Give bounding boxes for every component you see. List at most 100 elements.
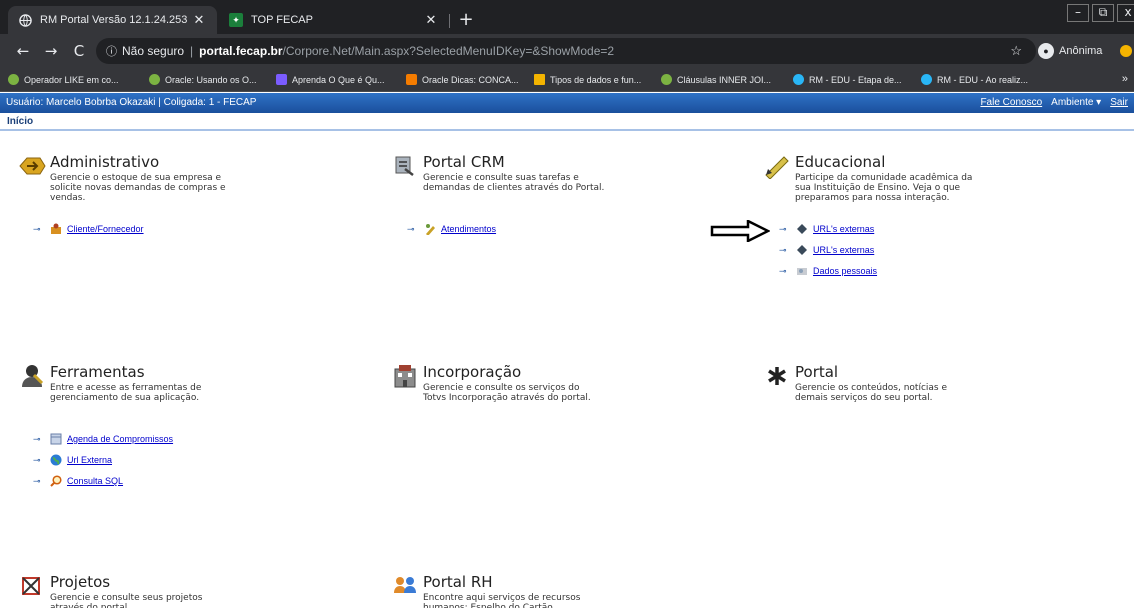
breadcrumb-inicio[interactable]: Início (7, 116, 33, 127)
asterisk-icon (763, 363, 791, 389)
sair-link[interactable]: Sair (1110, 97, 1128, 108)
people-icon (391, 573, 419, 599)
link-agenda-de-compromissos[interactable]: ⊸ Agenda de Compromissos (33, 433, 173, 445)
link-url-externa[interactable]: ⊸ Url Externa (33, 454, 112, 466)
tab-title: RM Portal Versão 12.1.24.253 (40, 14, 188, 26)
bookmark-item[interactable]: RM - EDU - Etapa de... (793, 74, 902, 85)
incognito-label: Anônima (1059, 45, 1103, 57)
tab-rm-portal[interactable]: RM Portal Versão 12.1.24.253 ✕ (8, 6, 217, 34)
magnifier-icon (50, 475, 62, 487)
module-title[interactable]: Administrativo (50, 153, 159, 171)
address-host: portal.fecap.br (199, 44, 283, 58)
pin-icon: ⊸ (33, 223, 41, 234)
bookmark-favicon-icon (921, 74, 932, 85)
close-tab-icon[interactable]: ✕ (423, 12, 439, 28)
link-cliente-fornecedor[interactable]: ⊸ Cliente/Fornecedor (33, 223, 144, 235)
module-description: Participe da comunidade acadêmica da sua… (795, 173, 973, 203)
bookmark-item[interactable]: Oracle Dicas: CONCA... (406, 74, 519, 85)
module-title[interactable]: Incorporação (423, 363, 521, 381)
crm-icon (391, 153, 419, 179)
module-description: Gerencie os conteúdos, notícias e demais… (795, 383, 948, 403)
profile-avatar-icon[interactable] (1120, 45, 1132, 57)
link-consulta-sql[interactable]: ⊸ Consulta SQL (33, 475, 123, 487)
bookmark-star-icon[interactable]: ☆ (1010, 43, 1022, 59)
diamond-icon (796, 244, 808, 256)
bookmark-favicon-icon (534, 74, 545, 85)
module-title[interactable]: Educacional (795, 153, 885, 171)
bookmark-item[interactable]: Tipos de dados e fun... (534, 74, 641, 85)
pin-icon: ⊸ (779, 223, 787, 234)
pin-icon: ⊸ (33, 475, 41, 486)
bookmarks-overflow-button[interactable]: » (1122, 73, 1128, 85)
ambiente-menu[interactable]: Ambiente ▾ (1051, 97, 1101, 108)
module-title[interactable]: Projetos (50, 573, 110, 591)
module-administrativo: Administrativo Gerencie o estoque de sua… (18, 153, 258, 213)
pin-icon: ⊸ (33, 433, 41, 444)
module-description: Gerencie e consulte suas tarefas e deman… (423, 173, 605, 193)
module-incorporacao: Incorporação Gerencie e consulte os serv… (391, 363, 631, 413)
module-description: Gerencie e consulte os serviços do Totvs… (423, 383, 591, 403)
incognito-indicator[interactable]: ● Anônima (1038, 43, 1102, 59)
module-title[interactable]: Portal RH (423, 573, 493, 591)
incognito-icon: ● (1038, 43, 1054, 59)
person-card-icon (796, 265, 808, 277)
link-dados-pessoais[interactable]: ⊸ Dados pessoais (779, 265, 877, 277)
user-info: Usuário: Marcelo Bobrba Okazaki | Coliga… (6, 97, 257, 108)
breadcrumb: Início (0, 113, 1134, 131)
bookmark-item[interactable]: RM - EDU - Ao realiz... (921, 74, 1028, 85)
security-label: Não seguro (122, 44, 185, 58)
bookmark-item[interactable]: Operador LIKE em co... (8, 74, 119, 85)
bookmark-favicon-icon (793, 74, 804, 85)
window-controls: – ⧉ x (1064, 4, 1134, 24)
info-icon[interactable]: ⓘ (106, 43, 117, 59)
tools-worker-icon (18, 363, 46, 389)
link-urls-externas-1[interactable]: ⊸ URL's externas (779, 223, 874, 235)
module-description: Gerencie e consulte seus projetos atravé… (50, 593, 203, 608)
module-projetos: Projetos Gerencie e consulte seus projet… (18, 573, 258, 608)
tab-divider (449, 14, 450, 28)
module-title[interactable]: Portal CRM (423, 153, 505, 171)
bookmark-item[interactable]: Aprenda O Que é Qu... (276, 74, 385, 85)
module-title[interactable]: Ferramentas (50, 363, 145, 381)
building-icon (391, 363, 419, 389)
bookmark-item[interactable]: Oracle: Usando os O... (149, 74, 257, 85)
module-portal-crm: Portal CRM Gerencie e consulte suas tare… (391, 153, 631, 213)
bookmark-favicon-icon (661, 74, 672, 85)
bookmark-favicon-icon (149, 74, 160, 85)
portal-user-bar: Usuário: Marcelo Bobrba Okazaki | Coliga… (0, 93, 1134, 113)
bookmark-item[interactable]: Cláusulas INNER JOI... (661, 74, 771, 85)
address-path: /Corpore.Net/Main.aspx?SelectedMenuIDKey… (282, 44, 615, 58)
new-tab-button[interactable]: + (455, 9, 477, 30)
administrativo-icon (18, 153, 46, 179)
address-separator: | (190, 44, 194, 58)
user-folder-icon (50, 223, 62, 235)
module-description: Entre e acesse as ferramentas de gerenci… (50, 383, 202, 403)
link-atendimentos[interactable]: ⊸ Atendimentos (407, 223, 496, 236)
address-bar[interactable]: ⓘ Não seguro | portal.fecap.br /Corpore.… (96, 38, 1036, 64)
pencil-person-icon (424, 223, 436, 236)
projects-icon (18, 573, 46, 599)
tab-top-fecap[interactable]: ✦ TOP FECAP ✕ (219, 6, 449, 34)
back-arrow-icon[interactable]: ← (14, 42, 32, 60)
bookmark-favicon-icon (406, 74, 417, 85)
close-tab-icon[interactable]: ✕ (191, 12, 207, 28)
bookmark-favicon-icon (276, 74, 287, 85)
annotation-arrow-icon (710, 218, 771, 246)
link-urls-externas-2[interactable]: ⊸ URL's externas (779, 244, 874, 256)
module-ferramentas: Ferramentas Entre e acesse as ferramenta… (18, 363, 258, 413)
browser-toolbar: ← → C ⓘ Não seguro | portal.fecap.br /Co… (0, 34, 1134, 68)
calendar-icon (50, 433, 62, 445)
close-window-button[interactable]: x (1117, 4, 1134, 22)
module-educacional: Educacional Participe da comunidade acad… (763, 153, 1003, 223)
globe-icon (18, 13, 32, 27)
reload-icon[interactable]: C (70, 42, 88, 60)
module-title[interactable]: Portal (795, 363, 838, 381)
pin-icon: ⊸ (779, 265, 787, 276)
pin-icon: ⊸ (33, 454, 41, 465)
forward-arrow-icon[interactable]: → (42, 42, 60, 60)
fale-conosco-link[interactable]: Fale Conosco (980, 97, 1042, 108)
pencil-icon (763, 153, 791, 180)
minimize-button[interactable]: – (1067, 4, 1089, 22)
module-description: Gerencie o estoque de sua empresa e soli… (50, 173, 226, 203)
maximize-button[interactable]: ⧉ (1092, 4, 1114, 22)
